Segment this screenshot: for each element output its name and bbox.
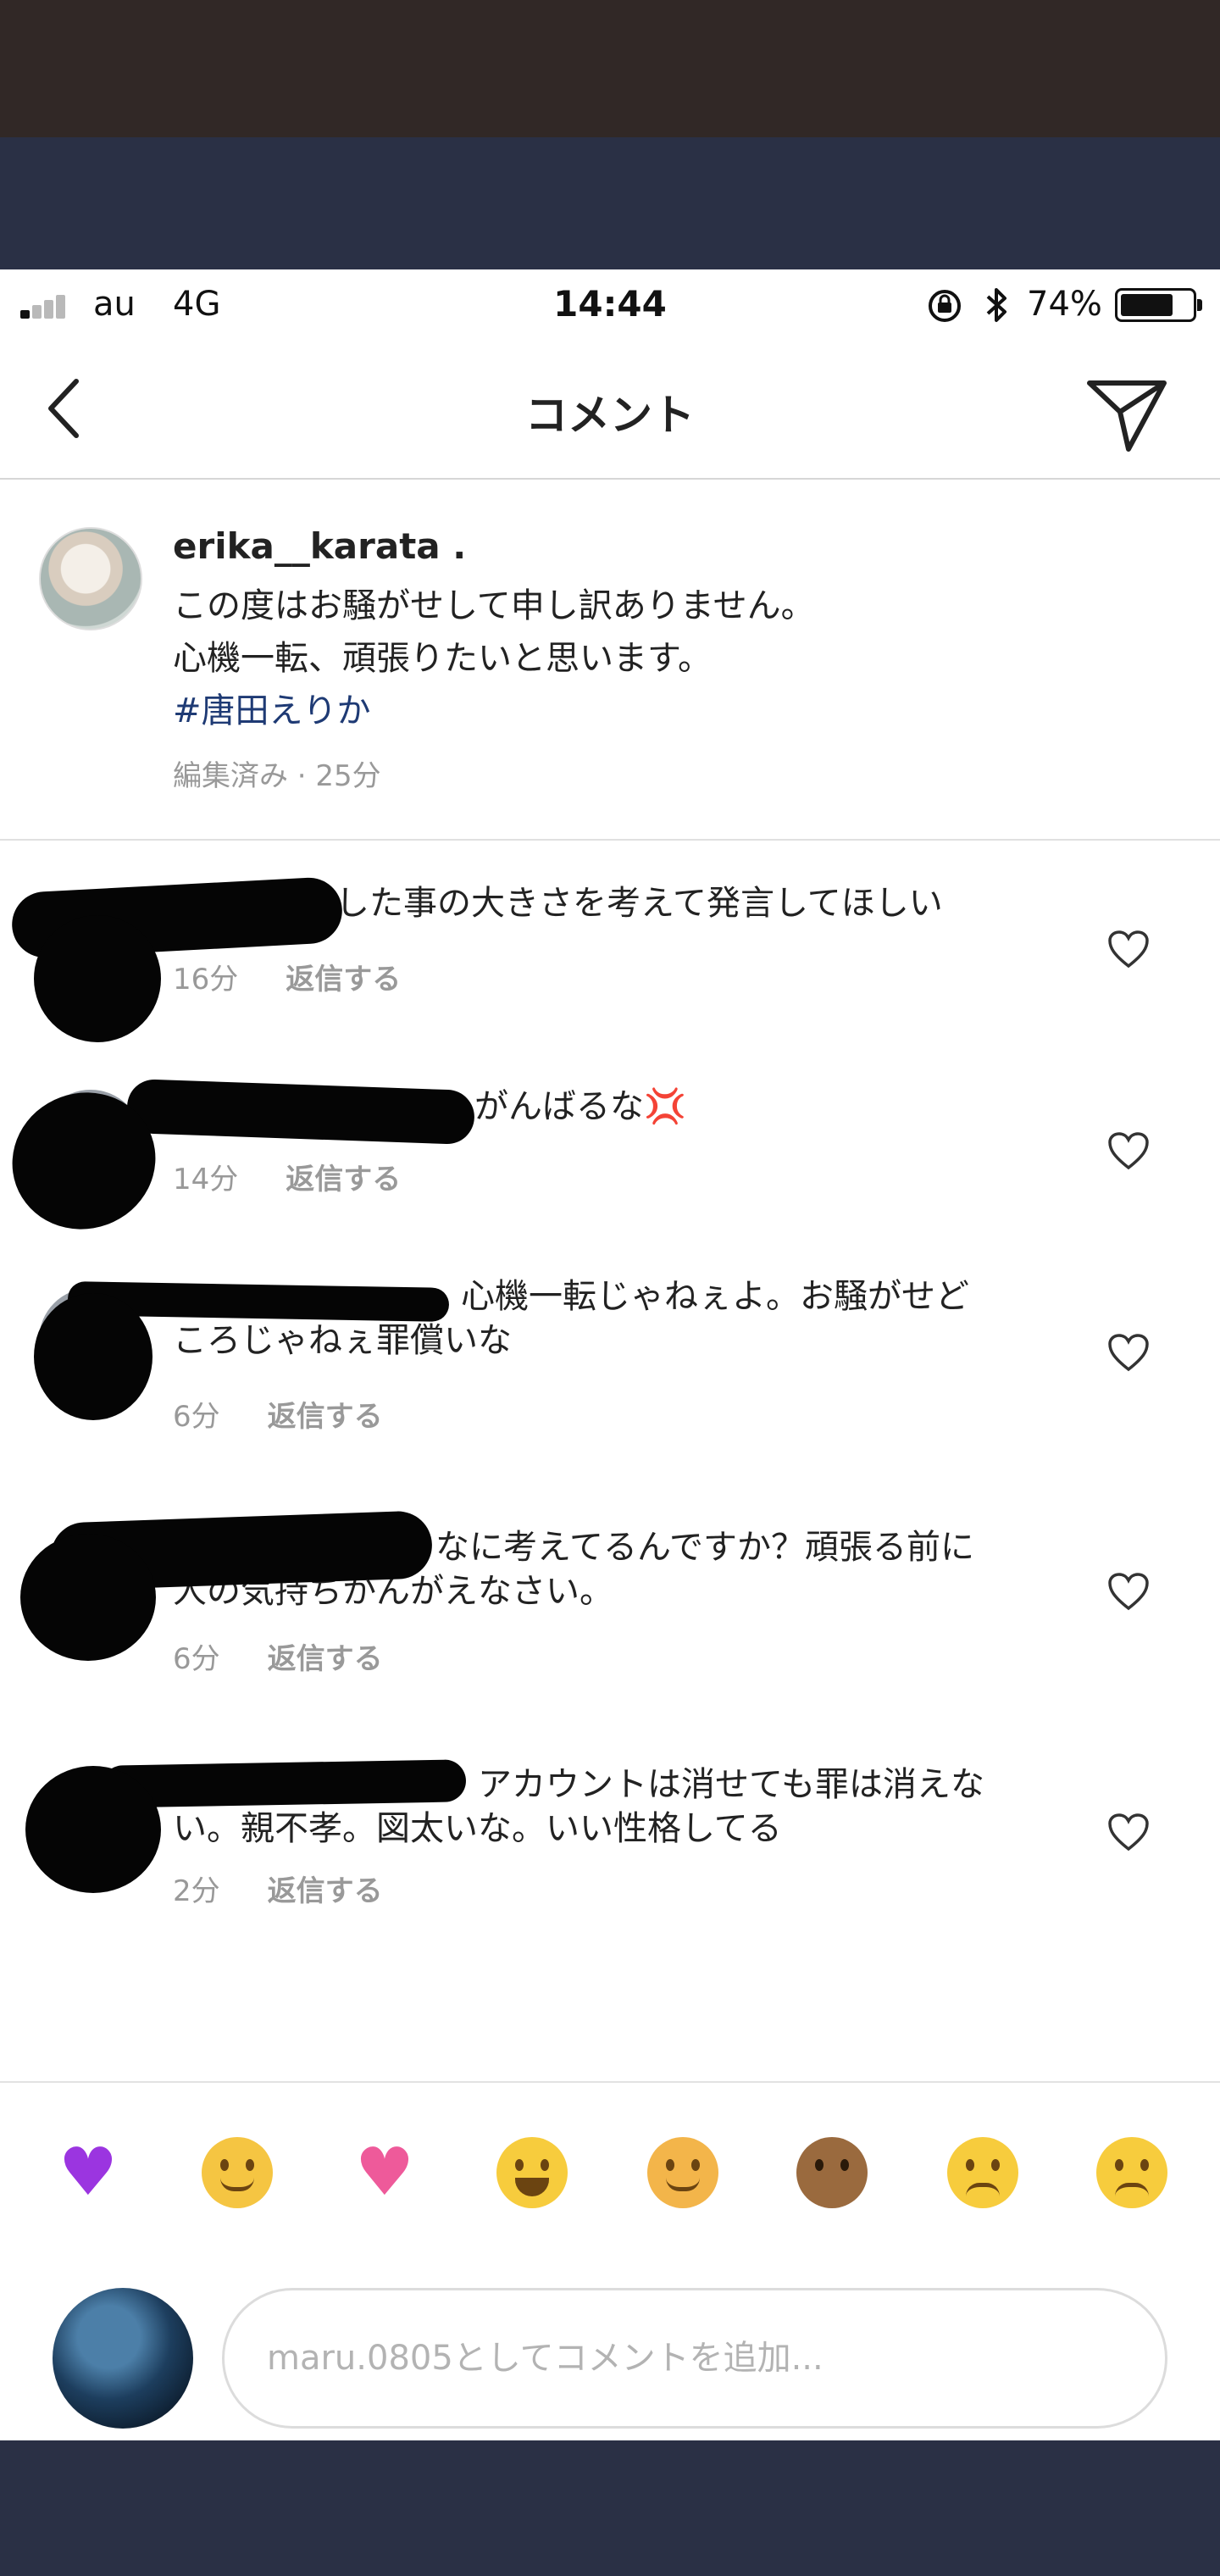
comment-item: 心機一転じゃねぇよ。お騒がせど ころじゃねぇ罪償いな 6分 返信する bbox=[0, 1259, 1220, 1500]
caption-hashtag[interactable]: #唐田えりか bbox=[173, 683, 371, 732]
comment-meta: 6分 返信する bbox=[173, 1393, 383, 1435]
speak-no-evil-monkey-icon[interactable] bbox=[796, 2137, 868, 2208]
rotation-lock-icon bbox=[929, 290, 961, 322]
phone-screen: au 4G 14:44 74% コメント erika__karata . この度… bbox=[0, 269, 1220, 2440]
triumph-face-icon[interactable] bbox=[1096, 2137, 1167, 2208]
comment-item: した事の大きさを考えて発言してほしい 16分 返信する bbox=[0, 864, 1220, 1059]
comment-time: 16分 bbox=[173, 963, 239, 997]
author-username[interactable]: erika__karata . bbox=[173, 525, 466, 567]
comment-item: なに考えてるんですか？頑張る前に 人の気持ちかんがえなさい。 6分 返信する bbox=[0, 1500, 1220, 1740]
comment-time: 6分 bbox=[173, 1400, 220, 1434]
redaction-scribble bbox=[34, 1293, 152, 1420]
pink-heart-icon[interactable]: ♥ bbox=[344, 2132, 425, 2213]
send-paper-plane-icon[interactable] bbox=[1084, 375, 1169, 456]
face-palm-woman-icon[interactable] bbox=[202, 2137, 273, 2208]
reply-button[interactable]: 返信する bbox=[268, 1874, 383, 1908]
redaction-scribble bbox=[101, 1759, 467, 1808]
post-caption: erika__karata . この度はお騒がせして申し訳ありません。 心機一転… bbox=[0, 480, 1220, 841]
battery-percent: 74% bbox=[1027, 285, 1102, 324]
crying-face-icon[interactable] bbox=[947, 2137, 1018, 2208]
like-heart-icon[interactable] bbox=[1106, 1130, 1151, 1171]
comment-text: した事の大きさを考えて発言してほしい bbox=[336, 884, 943, 923]
joy-face-icon[interactable] bbox=[496, 2137, 568, 2208]
status-bar: au 4G 14:44 74% bbox=[0, 269, 1220, 339]
author-avatar[interactable] bbox=[39, 527, 142, 630]
comment-meta: 16分 返信する bbox=[173, 956, 401, 997]
comment-meta: 14分 返信する bbox=[173, 1156, 401, 1197]
bottom-navy-band bbox=[0, 2440, 1220, 2576]
comment-meta: 2分 返信する bbox=[173, 1868, 383, 1909]
comment-time: 6分 bbox=[173, 1642, 220, 1676]
comment-input[interactable] bbox=[222, 2288, 1167, 2429]
top-navy-band bbox=[0, 137, 1220, 269]
comment-item: アカウントは消せても罪は消えな い。親不孝。図太いな。いい性格してる 2分 返信す… bbox=[0, 1740, 1220, 1978]
emoji-reaction-bar: ♥ ♥ bbox=[0, 2081, 1220, 2261]
comment-time: 14分 bbox=[173, 1163, 239, 1196]
battery-icon bbox=[1115, 288, 1202, 322]
raising-hand-woman-icon[interactable] bbox=[647, 2137, 718, 2208]
redaction-scribble bbox=[126, 1078, 475, 1146]
redaction-scribble bbox=[34, 915, 161, 1042]
current-user-avatar bbox=[53, 2288, 193, 2429]
reply-button[interactable]: 返信する bbox=[286, 963, 401, 997]
comment-item: がんばるな💢 14分 返信する bbox=[0, 1059, 1220, 1259]
reply-button[interactable]: 返信する bbox=[268, 1400, 383, 1434]
comment-meta: 6分 返信する bbox=[173, 1635, 383, 1677]
page-title: コメント bbox=[525, 391, 695, 440]
caption-line-1: この度はお騒がせして申し訳ありません。 bbox=[173, 586, 815, 625]
reply-button[interactable]: 返信する bbox=[268, 1642, 383, 1676]
top-dark-band bbox=[0, 0, 1220, 137]
redaction-scribble bbox=[20, 1534, 156, 1661]
caption-line-2: 心機一転、頑張りたいと思います。 bbox=[173, 639, 712, 678]
reply-button[interactable]: 返信する bbox=[286, 1163, 401, 1196]
purple-heart-icon[interactable]: ♥ bbox=[47, 2132, 129, 2213]
like-heart-icon[interactable] bbox=[1106, 1332, 1151, 1373]
bluetooth-icon bbox=[986, 288, 1006, 322]
nav-header: コメント bbox=[0, 339, 1220, 480]
comment-time: 2分 bbox=[173, 1874, 220, 1908]
comment-composer bbox=[0, 2261, 1220, 2440]
like-heart-icon[interactable] bbox=[1106, 1571, 1151, 1612]
caption-meta: 編集済み · 25分 bbox=[173, 759, 381, 793]
like-heart-icon[interactable] bbox=[1106, 1812, 1151, 1852]
comment-text: がんばるな💢 bbox=[474, 1087, 686, 1126]
redaction-scribble bbox=[25, 1766, 161, 1893]
like-heart-icon[interactable] bbox=[1106, 929, 1151, 969]
